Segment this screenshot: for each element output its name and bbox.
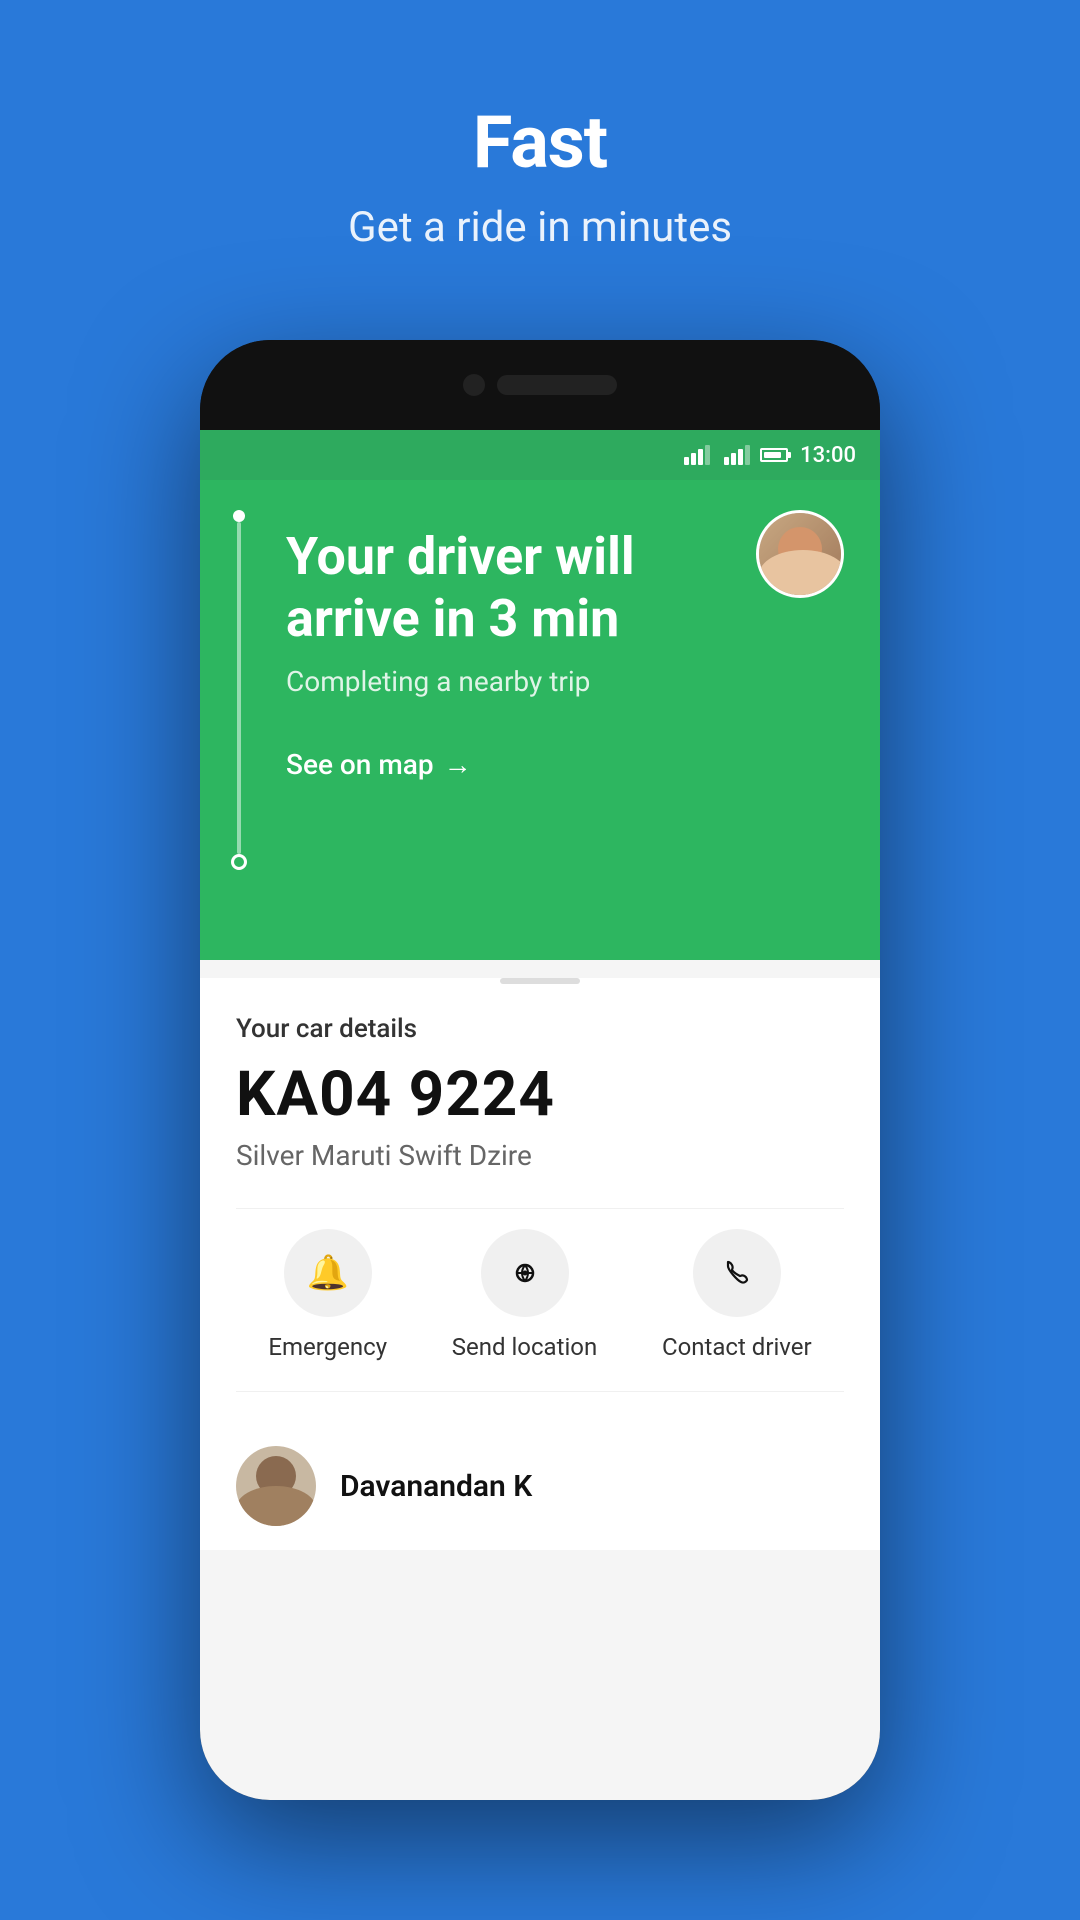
hero-section: Fast Get a ride in minutes	[0, 0, 1080, 252]
emergency-label: Emergency	[268, 1333, 387, 1361]
send-location-label: Send location	[452, 1333, 598, 1361]
battery-icon	[760, 448, 790, 462]
status-bar: 13:00	[200, 430, 880, 480]
send-location-icon	[481, 1229, 569, 1317]
phone-camera	[463, 374, 485, 396]
car-details-label: Your car details	[236, 1014, 844, 1044]
progress-line	[236, 510, 242, 870]
mobile-signal-icon	[724, 445, 750, 465]
status-time: 13:00	[800, 443, 856, 468]
avatar-body	[759, 550, 841, 595]
driver-thumbnail	[236, 1446, 316, 1526]
send-location-button[interactable]: Send location	[452, 1229, 598, 1361]
drag-handle	[500, 978, 580, 984]
emergency-button[interactable]: 🔔 Emergency	[268, 1229, 387, 1361]
driver-info-row: Davanandan K	[200, 1422, 880, 1550]
status-icons: 13:00	[684, 443, 856, 468]
car-model: Silver Maruti Swift Dzire	[236, 1139, 844, 1172]
see-on-map-button[interactable]: See on map →	[286, 748, 844, 781]
emergency-icon: 🔔	[284, 1229, 372, 1317]
driver-avatar-image	[759, 513, 841, 595]
contact-driver-icon	[693, 1229, 781, 1317]
ride-header: Your driver will arrive in 3 min Complet…	[200, 480, 880, 960]
phone-body: 13:00 Your dri	[200, 340, 880, 1800]
arrow-right-icon: →	[444, 748, 472, 781]
progress-dot-bottom	[231, 854, 247, 870]
driver-name: Davanandan K	[340, 1469, 532, 1504]
phone-mockup: 13:00 Your dri	[200, 340, 880, 1800]
see-on-map-label: See on map	[286, 748, 434, 781]
hero-title: Fast	[0, 0, 1080, 185]
ride-sub-text: Completing a nearby trip	[286, 665, 844, 698]
contact-driver-label: Contact driver	[662, 1333, 812, 1361]
car-plate: KA04 9224	[236, 1058, 844, 1131]
action-buttons-row: 🔔 Emergency	[236, 1208, 844, 1392]
phone-top-bar	[200, 340, 880, 430]
signal-icon	[684, 445, 710, 465]
car-details-card: Your car details KA04 9224 Silver Maruti…	[200, 978, 880, 1422]
driver-avatar	[756, 510, 844, 598]
hero-subtitle: Get a ride in minutes	[0, 203, 1080, 252]
progress-dot-top	[233, 510, 245, 522]
contact-driver-button[interactable]: Contact driver	[662, 1229, 812, 1361]
progress-line-fill	[237, 522, 241, 854]
phone-screen: 13:00 Your dri	[200, 430, 880, 1800]
phone-speaker	[497, 375, 617, 395]
driver-thumb-body	[236, 1486, 316, 1526]
